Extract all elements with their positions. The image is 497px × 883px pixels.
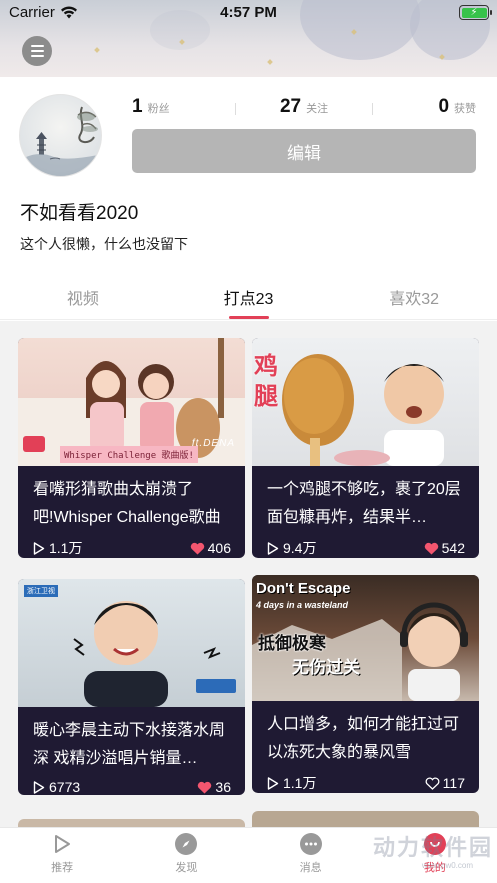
avatar[interactable] bbox=[19, 94, 102, 177]
tab-label: 喜欢32 bbox=[389, 291, 440, 308]
thumbnail-text: 抵御极寒 bbox=[258, 634, 326, 653]
play-count-value: 9.4万 bbox=[283, 540, 317, 556]
tab-liked[interactable]: 喜欢32 bbox=[331, 280, 497, 319]
video-thumbnail: 浙江卫视 bbox=[18, 579, 245, 707]
video-thumbnail: 鸡腿 bbox=[252, 338, 479, 466]
thumbnail-tag: ft.DENA bbox=[191, 438, 235, 449]
likes-received-stat[interactable]: 0 获赞 bbox=[361, 96, 476, 122]
heart-outline-icon bbox=[425, 777, 440, 790]
tab-label: 视频 bbox=[66, 291, 99, 308]
video-thumbnail: Whisper Challenge 歌曲版! ft.DENA bbox=[18, 338, 245, 466]
tab-messages[interactable]: 消息 bbox=[249, 828, 373, 883]
video-card[interactable]: Don't Escape 4 days in a wasteland 抵御极寒 … bbox=[252, 575, 479, 793]
hamburger-icon bbox=[30, 45, 44, 47]
stat-divider bbox=[372, 103, 373, 115]
video-meta: 6773 36 bbox=[18, 773, 245, 795]
watermark-text: 动力软件园 bbox=[372, 835, 493, 860]
following-label: 关注 bbox=[306, 103, 329, 115]
username: 不如看看2020 bbox=[20, 203, 139, 224]
video-meta: 1.1万 406 bbox=[18, 532, 245, 558]
video-meta: 9.4万 542 bbox=[252, 532, 479, 558]
video-card[interactable]: 浙江卫视 暖心李晨主动下水接落水周深 戏精沙溢唱片销量… 6773 36 bbox=[18, 579, 245, 795]
like-count: 117 bbox=[442, 775, 465, 791]
following-stat[interactable]: 27 关注 bbox=[247, 96, 362, 122]
heart-icon bbox=[190, 542, 204, 554]
likes-received-label: 获赞 bbox=[454, 103, 477, 115]
tab-label: 打点23 bbox=[223, 291, 274, 308]
like-button[interactable]: 406 bbox=[190, 540, 231, 556]
menu-button[interactable] bbox=[22, 36, 52, 66]
heart-icon bbox=[198, 781, 212, 793]
like-button[interactable]: 542 bbox=[424, 540, 465, 556]
following-count: 27 bbox=[279, 96, 302, 117]
avatar-landscape-image bbox=[20, 106, 101, 176]
followers-stat[interactable]: 1 粉丝 bbox=[132, 96, 247, 122]
thumbnail-subcaption: 4 days in a wasteland bbox=[256, 600, 349, 610]
play-count-value: 1.1万 bbox=[283, 775, 317, 791]
watermark-url: www.pw0.com bbox=[421, 861, 473, 870]
edit-profile-button[interactable]: 编辑 bbox=[132, 129, 476, 173]
bio: 这个人很懒，什么也没留下 bbox=[20, 236, 188, 252]
video-title: 暖心李晨主动下水接落水周深 戏精沙溢唱片销量… bbox=[33, 722, 226, 767]
video-title: 看嘴形猜歌曲太崩溃了吧!Whisper Challenge歌曲版 bbox=[33, 481, 221, 526]
play-icon bbox=[55, 835, 71, 853]
like-button[interactable]: 117 bbox=[425, 775, 465, 791]
play-icon bbox=[267, 541, 279, 555]
thumbnail-illustration bbox=[282, 354, 444, 466]
video-thumbnail: Don't Escape 4 days in a wasteland 抵御极寒 … bbox=[252, 575, 479, 701]
play-icon bbox=[33, 541, 45, 555]
play-count: 1.1万 bbox=[267, 773, 316, 793]
like-count: 542 bbox=[441, 540, 465, 556]
play-count: 9.4万 bbox=[267, 538, 316, 558]
tab-videos[interactable]: 视频 bbox=[0, 280, 166, 319]
status-bar: Carrier 4:57 PM ⚡ bbox=[0, 0, 497, 26]
thumbnail-caption: Don't Escape bbox=[256, 580, 351, 597]
tab-label: 推荐 bbox=[51, 862, 74, 874]
thumbnail-caption: 鸡腿 bbox=[254, 353, 278, 410]
video-feed[interactable]: Whisper Challenge 歌曲版! ft.DENA 看嘴形猜歌曲太崩溃… bbox=[0, 321, 497, 827]
video-card[interactable] bbox=[18, 819, 245, 827]
thumbnail-illustration bbox=[73, 601, 236, 707]
like-count: 36 bbox=[215, 779, 231, 795]
play-count-value: 6773 bbox=[49, 779, 81, 795]
heart-icon bbox=[424, 542, 438, 554]
followers-label: 粉丝 bbox=[147, 103, 170, 115]
profile-tabs: 视频 打点23 喜欢32 bbox=[0, 280, 497, 320]
stat-divider bbox=[235, 103, 236, 115]
channel-logo: 浙江卫视 bbox=[24, 585, 58, 597]
play-count-value: 1.1万 bbox=[49, 540, 83, 556]
play-icon bbox=[33, 780, 45, 794]
video-meta: 1.1万 117 bbox=[252, 767, 479, 793]
profile-stats: 1 粉丝 27 关注 0 获赞 bbox=[132, 96, 476, 122]
tab-discover[interactable]: 发现 bbox=[124, 828, 248, 883]
tab-recommend[interactable]: 推荐 bbox=[0, 828, 124, 883]
tab-label: 发现 bbox=[175, 862, 198, 874]
message-icon bbox=[299, 833, 322, 855]
like-count: 406 bbox=[207, 540, 231, 556]
active-tab-indicator bbox=[228, 316, 269, 319]
thumbnail-caption: Whisper Challenge 歌曲版! bbox=[60, 446, 198, 463]
play-count: 1.1万 bbox=[33, 538, 82, 558]
thumbnail-text-2: 无伤过关 bbox=[292, 658, 360, 677]
tab-label: 消息 bbox=[299, 862, 322, 874]
play-count: 6773 bbox=[33, 779, 80, 795]
video-title: 一个鸡腿不够吃，裹了20层面包糠再炸，结果半… bbox=[267, 481, 461, 526]
play-icon bbox=[267, 776, 279, 790]
followers-count: 1 bbox=[132, 96, 143, 117]
compass-icon bbox=[175, 833, 198, 855]
battery-icon: ⚡ bbox=[459, 5, 492, 20]
video-title: 人口增多，如何才能扛过可以冻死大象的暴风雪 bbox=[267, 716, 460, 761]
likes-received-count: 0 bbox=[438, 96, 450, 117]
video-card[interactable] bbox=[252, 811, 479, 827]
video-card[interactable]: Whisper Challenge 歌曲版! ft.DENA 看嘴形猜歌曲太崩溃… bbox=[18, 338, 245, 558]
status-time: 4:57 PM bbox=[220, 4, 277, 21]
tab-marked[interactable]: 打点23 bbox=[166, 280, 332, 319]
like-button[interactable]: 36 bbox=[197, 779, 231, 795]
video-card[interactable]: 鸡腿 一个鸡腿不够吃，裹了20层面包糠再炸，结果半… 9.4万 542 bbox=[252, 338, 479, 558]
